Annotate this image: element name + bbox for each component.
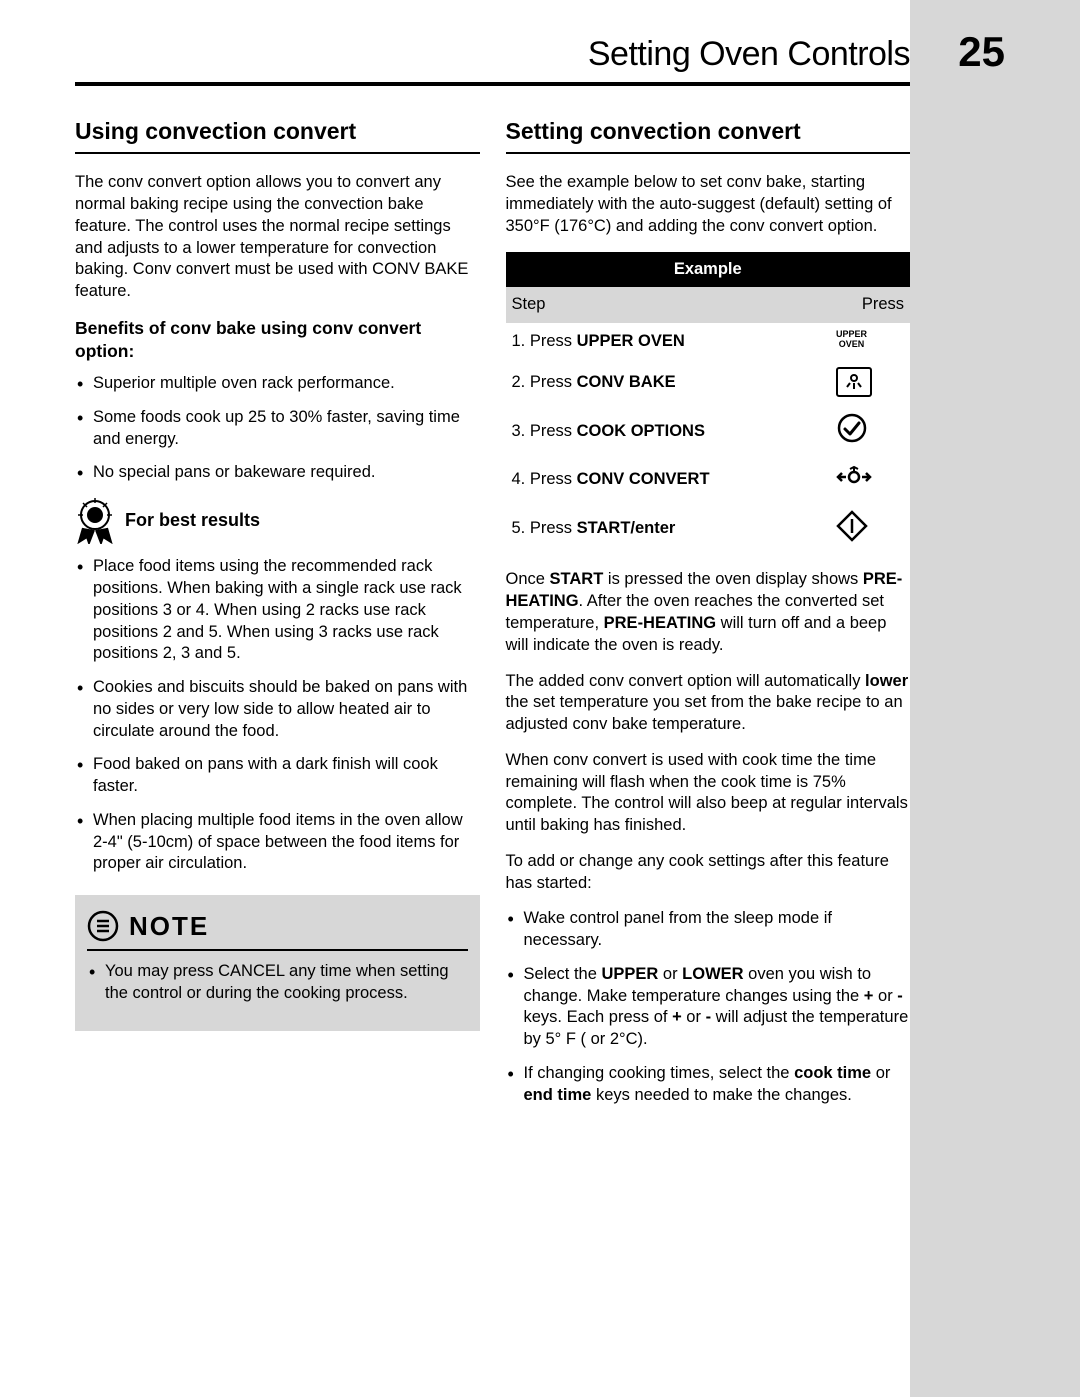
after-paragraph-1: Once START is pressed the oven display s… — [506, 569, 911, 656]
start-enter-icon — [836, 528, 868, 546]
example-header: Example — [506, 252, 911, 288]
list-item: Cookies and biscuits should be baked on … — [75, 677, 480, 742]
section-heading-using: Using convection convert — [75, 116, 480, 154]
page-content: Setting Oven Controls 25 Using convectio… — [75, 35, 910, 1121]
page-header: Setting Oven Controls 25 — [75, 35, 910, 86]
upper-oven-button-icon: UPPEROVEN — [836, 330, 867, 349]
step-column-label: Step — [506, 287, 831, 323]
note-icon — [87, 910, 119, 942]
best-results-title: For best results — [125, 509, 260, 533]
section-heading-setting: Setting convection convert — [506, 116, 911, 154]
after-paragraph-2: The added conv convert option will autom… — [506, 671, 911, 736]
list-item: No special pans or bakeware required. — [75, 462, 480, 484]
list-item: Some foods cook up 25 to 30% faster, sav… — [75, 407, 480, 451]
intro-paragraph-right: See the example below to set conv bake, … — [506, 172, 911, 237]
page-title: Setting Oven Controls — [588, 35, 910, 74]
conv-bake-icon — [836, 367, 872, 397]
table-row: 1. Press UPPER OVEN UPPEROVEN — [506, 323, 911, 360]
list-item: Food baked on pans with a dark finish wi… — [75, 754, 480, 798]
table-row: 2. Press CONV BAKE — [506, 360, 911, 405]
left-column: Using convection convert The conv conver… — [75, 116, 480, 1121]
after-paragraph-3: When conv convert is used with cook time… — [506, 750, 911, 837]
benefits-heading: Benefits of conv bake using conv convert… — [75, 317, 480, 363]
list-item: You may press CANCEL any time when setti… — [87, 961, 468, 1005]
note-list: You may press CANCEL any time when setti… — [87, 961, 468, 1005]
table-row: 4. Press CONV CONVERT — [506, 458, 911, 503]
note-title: NOTE — [129, 909, 209, 943]
cook-options-icon — [836, 430, 868, 448]
intro-paragraph-left: The conv convert option allows you to co… — [75, 172, 480, 303]
award-ribbon-icon — [75, 498, 115, 544]
best-results-heading: For best results — [75, 498, 480, 544]
list-item: Superior multiple oven rack performance. — [75, 373, 480, 395]
after-paragraph-4: To add or change any cook settings after… — [506, 851, 911, 895]
list-item: Select the UPPER or LOWER oven you wish … — [506, 964, 911, 1051]
change-settings-list: Wake control panel from the sleep mode i… — [506, 908, 911, 1106]
right-column: Setting convection convert See the examp… — [506, 116, 911, 1121]
list-item: Wake control panel from the sleep mode i… — [506, 908, 911, 952]
conv-convert-icon — [836, 475, 872, 493]
press-column-label: Press — [830, 287, 910, 323]
benefits-list: Superior multiple oven rack performance.… — [75, 373, 480, 484]
note-box: NOTE You may press CANCEL any time when … — [75, 895, 480, 1031]
best-results-list: Place food items using the recommended r… — [75, 556, 480, 875]
list-item: If changing cooking times, select the co… — [506, 1063, 911, 1107]
example-table: Example Step Press 1. Press UPPER OVEN U… — [506, 252, 911, 556]
list-item: Place food items using the recommended r… — [75, 556, 480, 665]
table-row: 3. Press COOK OPTIONS — [506, 405, 911, 458]
page-sidebar — [910, 0, 1080, 1397]
list-item: When placing multiple food items in the … — [75, 810, 480, 875]
page-number: 25 — [958, 28, 1005, 76]
table-row: 5. Press START/enter — [506, 503, 911, 556]
